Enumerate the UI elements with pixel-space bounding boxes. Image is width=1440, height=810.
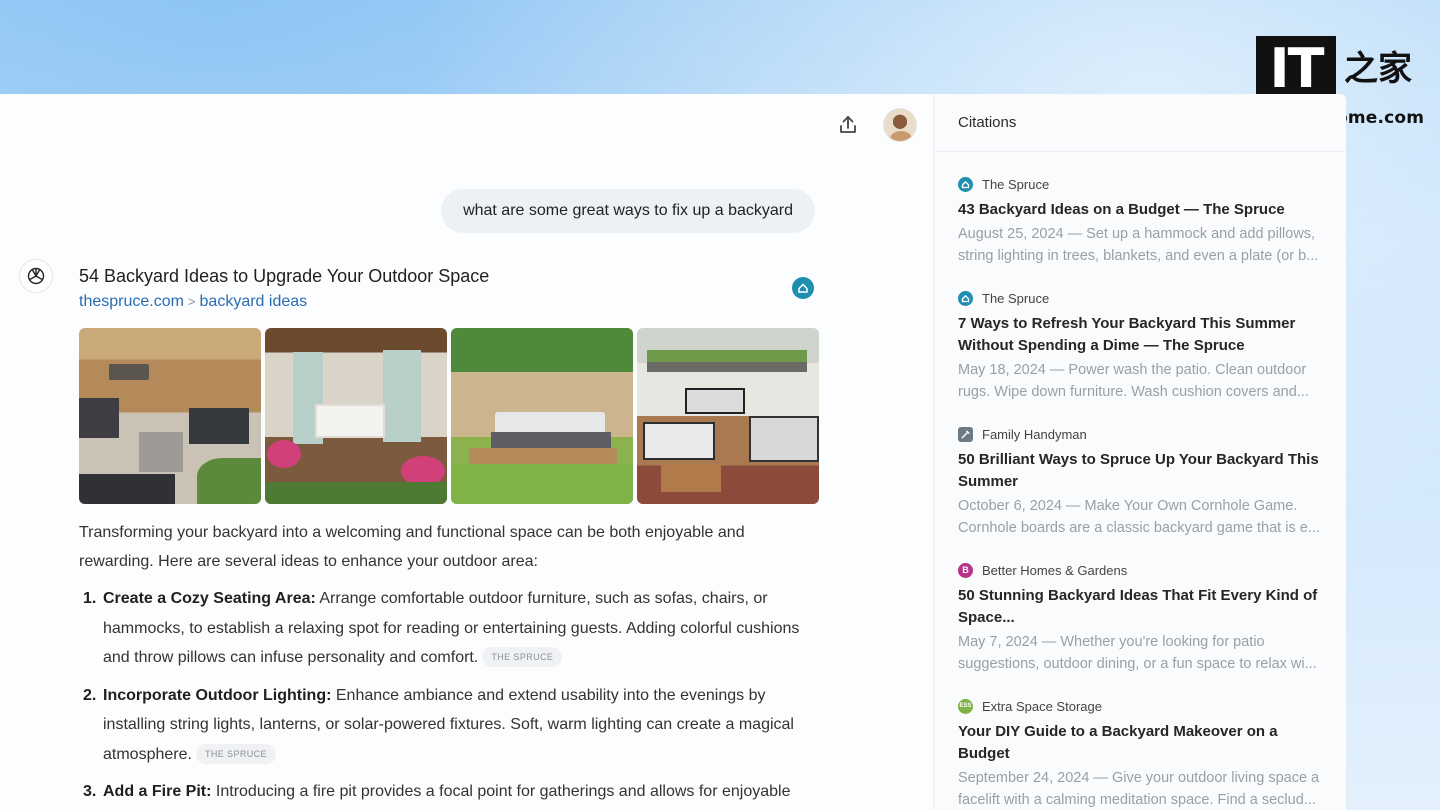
spruce-favicon-icon <box>958 176 973 192</box>
citation-title[interactable]: 50 Stunning Backyard Ideas That Fit Ever… <box>958 585 1324 629</box>
result-title[interactable]: 54 Backyard Ideas to Upgrade Your Outdoo… <box>79 264 819 288</box>
list-item: 1. Create a Cozy Seating Area: Arrange co… <box>79 584 819 673</box>
citation-title[interactable]: Your DIY Guide to a Backyard Makeover on… <box>958 721 1324 765</box>
list-item: 3. Add a Fire Pit: Introducing a fire pit… <box>79 777 819 807</box>
better-homes-gardens-favicon-icon: B <box>958 562 973 578</box>
citation-item[interactable]: ESS Extra Space Storage Your DIY Guide t… <box>958 697 1324 810</box>
ideas-list: 1. Create a Cozy Seating Area: Arrange co… <box>79 584 819 807</box>
citation-title[interactable]: 43 Backyard Ideas on a Budget — The Spru… <box>958 199 1324 221</box>
citation-source-name: The Spruce <box>982 290 1050 306</box>
citation-snippet: September 24, 2024 — Give your outdoor l… <box>958 770 1320 808</box>
extra-space-storage-favicon-icon: ESS <box>958 698 973 714</box>
citation-snippet: October 6, 2024 — Make Your Own Cornhole… <box>958 498 1320 536</box>
citation-snippet: May 7, 2024 — Whether you're looking for… <box>958 634 1317 672</box>
watermark-char: 之家 <box>1344 49 1412 89</box>
citation-title[interactable]: 7 Ways to Refresh Your Backyard This Sum… <box>958 313 1324 357</box>
list-number: 3. <box>83 783 97 800</box>
idea-heading: Incorporate Outdoor Lighting: <box>103 686 332 704</box>
citation-item[interactable]: The Spruce 7 Ways to Refresh Your Backya… <box>958 289 1324 403</box>
citation-source-name: The Spruce <box>982 176 1050 192</box>
backyard-image-4[interactable] <box>637 328 819 504</box>
user-avatar[interactable] <box>883 108 917 142</box>
citation-snippet: May 18, 2024 — Power wash the patio. Cle… <box>958 362 1309 400</box>
citation-source-name: Family Handyman <box>982 426 1087 442</box>
citation-source: The Spruce <box>958 175 1324 193</box>
spruce-favicon-icon <box>958 290 973 306</box>
backyard-image-2[interactable] <box>265 328 447 504</box>
citation-pill[interactable]: THE SPRUCE <box>195 743 276 764</box>
citations-header: Citations <box>934 94 1346 152</box>
idea-text: Introducing a fire pit provides a focal … <box>211 783 791 800</box>
citation-source: ESS Extra Space Storage <box>958 697 1324 715</box>
image-gallery <box>79 328 819 504</box>
spruce-site-icon[interactable] <box>792 277 814 299</box>
citation-source: The Spruce <box>958 289 1324 307</box>
citation-item[interactable]: The Spruce 43 Backyard Ideas on a Budget… <box>958 175 1324 267</box>
chat-panel: what are some great ways to fix up a bac… <box>0 94 933 810</box>
family-handyman-favicon-icon <box>958 426 973 442</box>
citations-panel: Citations The Spruce 43 Backyard Ideas o… <box>933 94 1346 810</box>
breadcrumb-separator-icon: > <box>187 294 196 309</box>
list-number: 2. <box>83 686 97 704</box>
share-upload-icon[interactable] <box>833 110 863 140</box>
result-path[interactable]: backyard ideas <box>200 293 308 310</box>
top-toolbar <box>833 108 917 142</box>
citation-source: B Better Homes & Gardens <box>958 561 1324 579</box>
citation-pill[interactable]: THE SPRUCE <box>482 647 563 667</box>
list-number: 1. <box>83 590 97 607</box>
citation-source-name: Better Homes & Gardens <box>982 562 1128 578</box>
backyard-image-1[interactable] <box>79 328 261 504</box>
list-item: 2. Incorporate Outdoor Lighting: Enhance … <box>79 681 819 770</box>
citations-list: The Spruce 43 Backyard Ideas on a Budget… <box>934 152 1346 810</box>
citation-title[interactable]: 50 Brilliant Ways to Spruce Up Your Back… <box>958 449 1324 493</box>
citation-source: Family Handyman <box>958 425 1324 443</box>
idea-heading: Add a Fire Pit: <box>103 783 212 800</box>
citation-snippet: August 25, 2024 — Set up a hammock and a… <box>958 226 1319 264</box>
assistant-answer: 54 Backyard Ideas to Upgrade Your Outdoo… <box>79 264 819 810</box>
result-domain[interactable]: thespruce.com <box>79 293 184 310</box>
citation-source-name: Extra Space Storage <box>982 698 1102 714</box>
citation-item[interactable]: B Better Homes & Gardens 50 Stunning Bac… <box>958 561 1324 675</box>
user-message-bubble: what are some great ways to fix up a bac… <box>441 189 815 233</box>
result-url[interactable]: thespruce.com > backyard ideas <box>79 292 819 312</box>
watermark-it: IT <box>1256 36 1336 102</box>
citation-item[interactable]: Family Handyman 50 Brilliant Ways to Spr… <box>958 425 1324 539</box>
chatgpt-logo-icon <box>19 259 53 293</box>
idea-heading: Create a Cozy Seating Area: <box>103 590 316 607</box>
answer-intro: Transforming your backyard into a welcom… <box>79 524 745 570</box>
backyard-image-3[interactable] <box>451 328 633 504</box>
